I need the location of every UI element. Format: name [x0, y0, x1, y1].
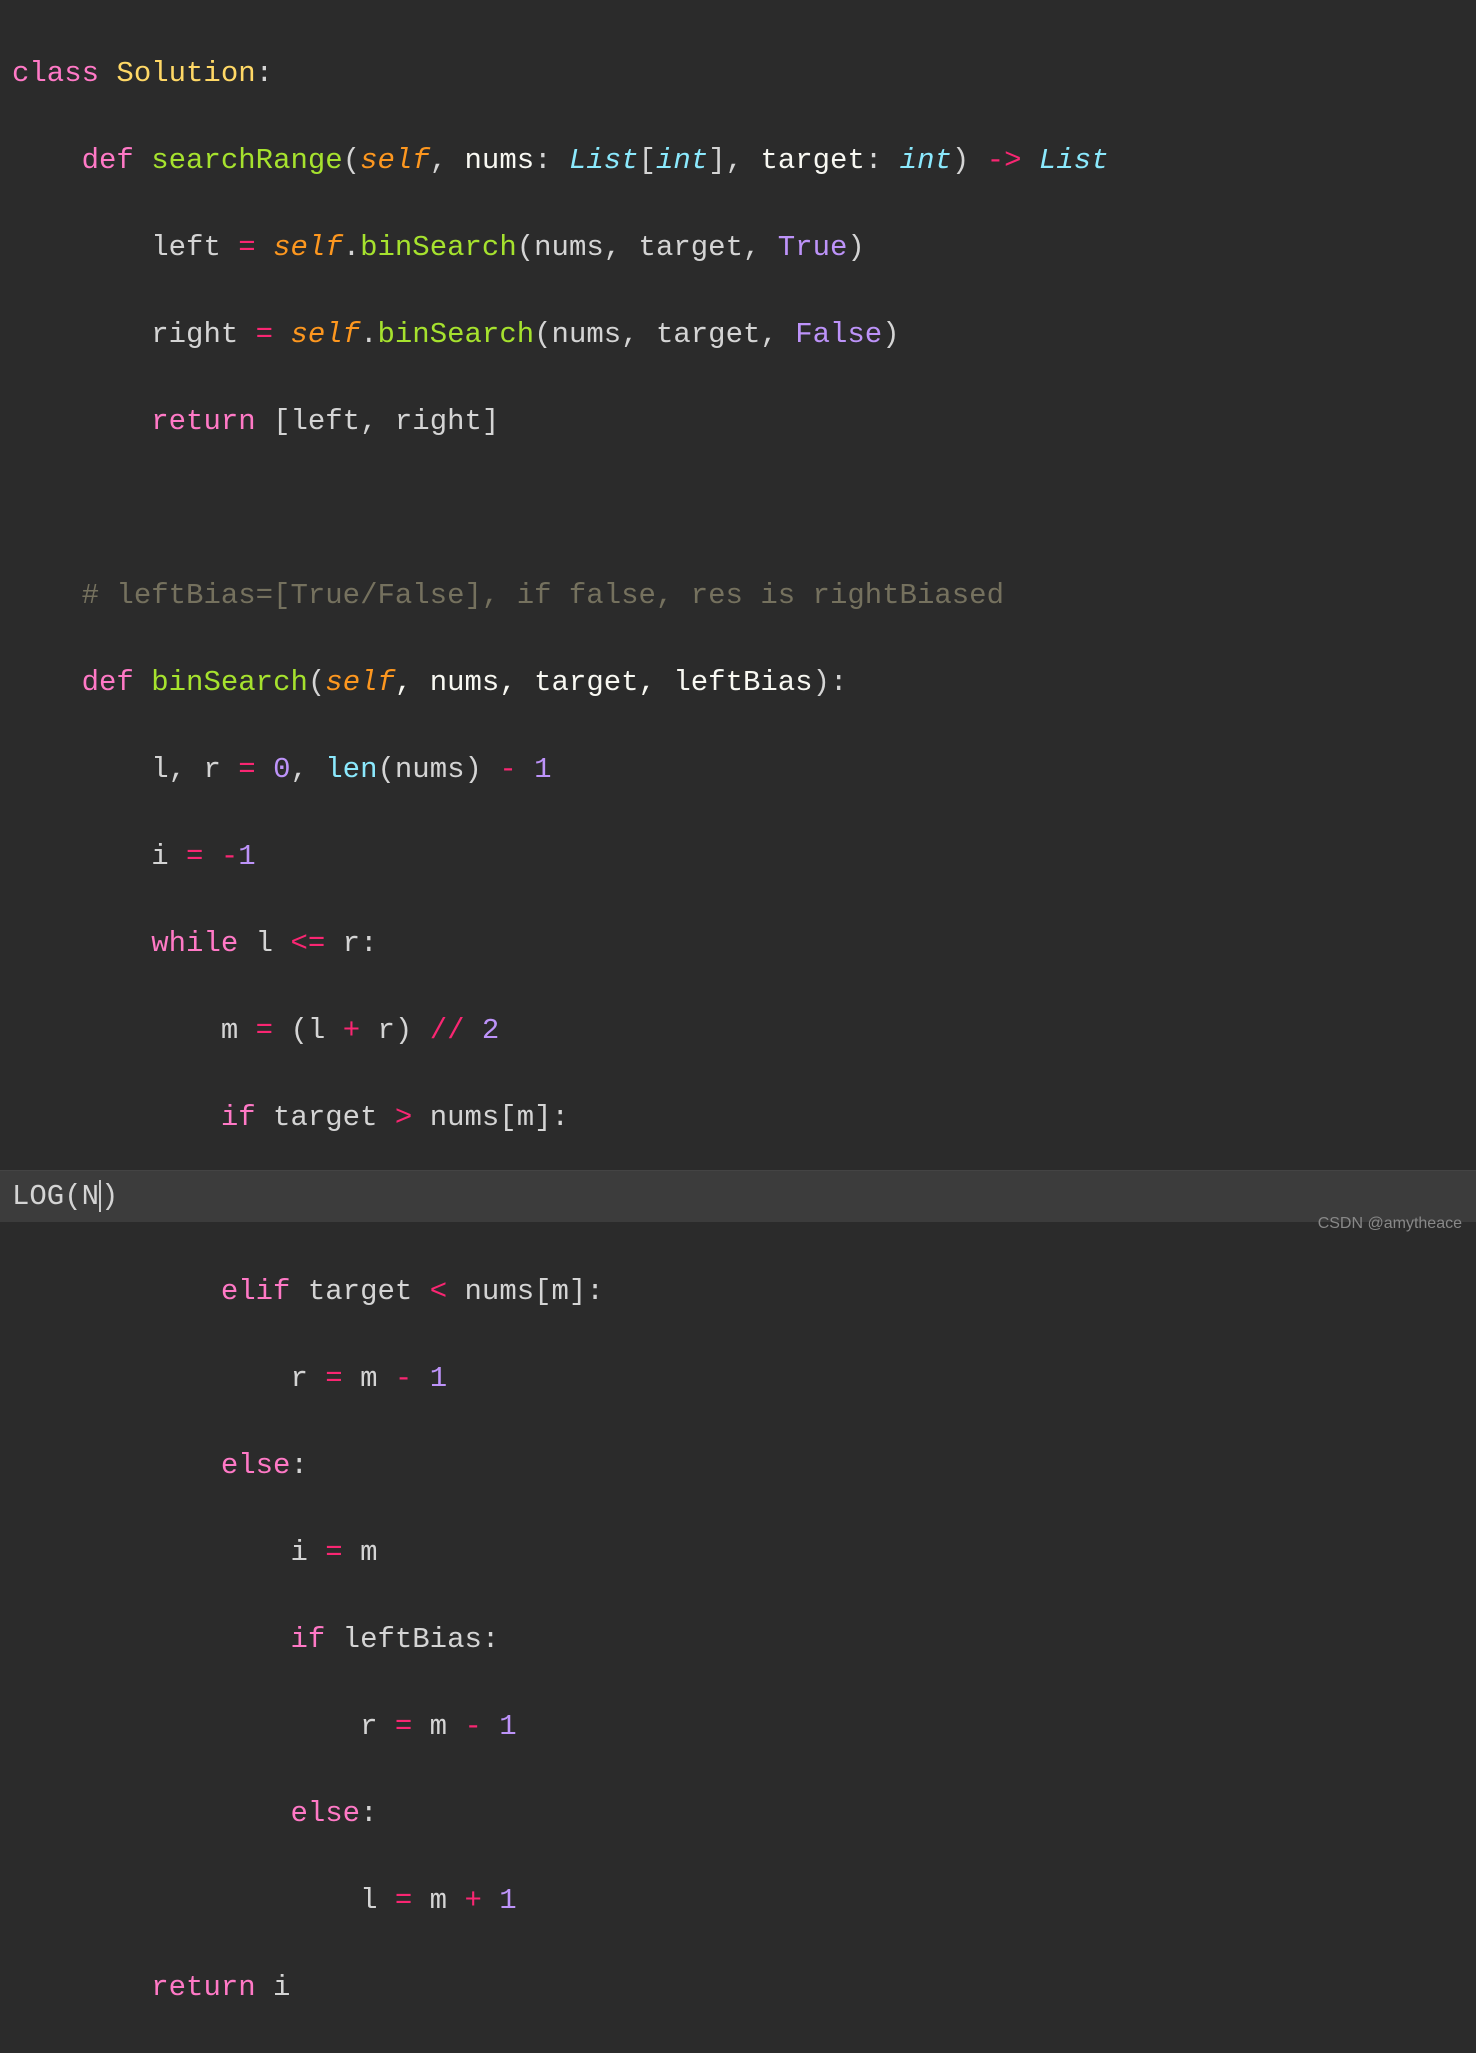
code-line-blank	[12, 487, 1464, 531]
code-line-3: left = self.binSearch(nums, target, True…	[12, 226, 1464, 270]
method-call: binSearch	[360, 231, 517, 264]
code-line-9: i = -1	[12, 835, 1464, 879]
type-list: List	[569, 144, 639, 177]
code-line-14: elif target < nums[m]:	[12, 1270, 1464, 1314]
function-name-binsearch: binSearch	[151, 666, 308, 699]
code-line-15: r = m - 1	[12, 1357, 1464, 1401]
code-line-6: # leftBias=[True/False], if false, res i…	[12, 574, 1464, 618]
watermark: CSDN @amytheace	[1318, 1212, 1462, 1236]
code-line-17: i = m	[12, 1531, 1464, 1575]
code-line-2: def searchRange(self, nums: List[int], t…	[12, 139, 1464, 183]
code-line-10: while l <= r:	[12, 922, 1464, 966]
status-text: LOG(N	[12, 1180, 99, 1213]
def-keyword: def	[82, 144, 134, 177]
arrow-operator: ->	[987, 144, 1022, 177]
colon: :	[256, 57, 273, 90]
code-line-5: return [left, right]	[12, 400, 1464, 444]
class-keyword: class	[12, 57, 99, 90]
elif-keyword: elif	[221, 1275, 291, 1308]
if-keyword: if	[221, 1101, 256, 1134]
bool-false: False	[795, 318, 882, 351]
class-name: Solution	[116, 57, 255, 90]
else-keyword: else	[221, 1449, 291, 1482]
while-keyword: while	[151, 927, 238, 960]
code-line-4: right = self.binSearch(nums, target, Fal…	[12, 313, 1464, 357]
type-int: int	[656, 144, 708, 177]
status-bar[interactable]: LOG(N)	[0, 1170, 1476, 1223]
code-editor[interactable]: class Solution: def searchRange(self, nu…	[12, 8, 1464, 2053]
code-line-22: return i	[12, 1966, 1464, 2010]
code-line-12: if target > nums[m]:	[12, 1096, 1464, 1140]
code-line-21: l = m + 1	[12, 1879, 1464, 1923]
function-name: searchRange	[151, 144, 342, 177]
len-builtin: len	[325, 753, 377, 786]
code-line-20: else:	[12, 1792, 1464, 1836]
code-line-8: l, r = 0, len(nums) - 1	[12, 748, 1464, 792]
self-param: self	[360, 144, 430, 177]
return-keyword: return	[151, 405, 255, 438]
code-line-7: def binSearch(self, nums, target, leftBi…	[12, 661, 1464, 705]
bool-true: True	[778, 231, 848, 264]
code-line-19: r = m - 1	[12, 1705, 1464, 1749]
code-line-16: else:	[12, 1444, 1464, 1488]
code-line-1: class Solution:	[12, 52, 1464, 96]
code-line-11: m = (l + r) // 2	[12, 1009, 1464, 1053]
code-line-18: if leftBias:	[12, 1618, 1464, 1662]
comment: # leftBias=[True/False], if false, res i…	[82, 579, 1004, 612]
